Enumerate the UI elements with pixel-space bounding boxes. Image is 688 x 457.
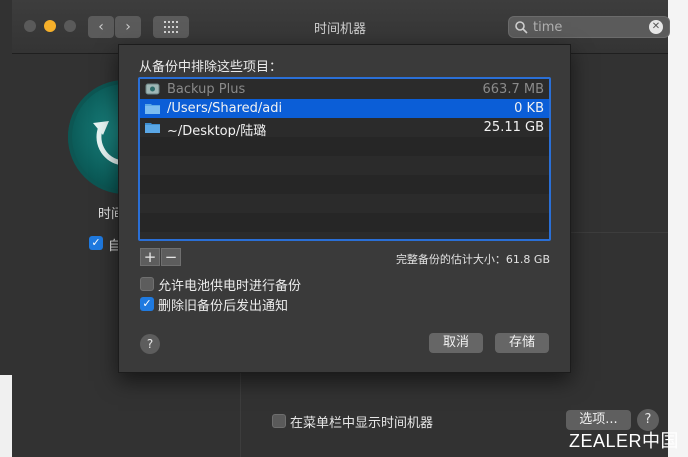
exclusion-list[interactable]: Backup Plus 663.7 MB /Users/Shared/adi 0…: [138, 77, 551, 241]
item-size: 25.11 GB: [483, 120, 544, 135]
search-field[interactable]: time ✕: [508, 16, 670, 38]
search-icon: [515, 21, 528, 34]
help-button[interactable]: ?: [140, 334, 160, 354]
list-item[interactable]: /Users/Shared/adi 0 KB: [140, 99, 549, 118]
sheet-title: 从备份中排除这些项目：: [139, 60, 283, 75]
search-input[interactable]: time: [533, 20, 562, 35]
folder-icon: [145, 104, 160, 114]
item-size: 663.7 MB: [482, 82, 544, 97]
battery-backup-checkbox[interactable]: [140, 277, 154, 291]
add-button[interactable]: +: [140, 248, 160, 266]
show-in-menubar-checkbox[interactable]: [272, 414, 286, 428]
notify-deletion-checkbox[interactable]: ✓: [140, 297, 154, 311]
background-edge: [0, 375, 12, 457]
notify-deletion-label: 删除旧备份后发出通知: [158, 299, 289, 314]
watermark-logo: ZEALER中国: [569, 431, 680, 451]
save-button[interactable]: 存储: [495, 333, 549, 353]
background-document: [668, 0, 688, 457]
empty-row: [140, 137, 549, 156]
list-item[interactable]: ~/Desktop/陆璐 25.11 GB: [140, 118, 549, 139]
item-name: Backup Plus: [167, 82, 246, 97]
empty-row: [140, 194, 549, 213]
drive-icon: [145, 83, 160, 95]
item-size: 0 KB: [514, 101, 544, 116]
empty-row: [140, 213, 549, 232]
cancel-button[interactable]: 取消: [429, 333, 483, 353]
item-name: /Users/Shared/adi: [167, 101, 283, 116]
exclusions-sheet: 从备份中排除这些项目： Backup Plus 663.7 MB /Users/…: [118, 44, 571, 373]
list-item[interactable]: Backup Plus 663.7 MB: [140, 80, 549, 99]
auto-backup-checkbox[interactable]: ✓: [89, 236, 103, 250]
folder-icon: [145, 123, 160, 133]
clear-search-icon[interactable]: ✕: [649, 20, 663, 34]
battery-backup-label: 允许电池供电时进行备份: [158, 279, 302, 294]
remove-button[interactable]: −: [161, 248, 181, 266]
backup-size-estimate: 完整备份的估计大小：61.8 GB: [395, 253, 550, 266]
empty-row: [140, 175, 549, 194]
empty-row: [140, 156, 549, 175]
show-in-menubar-label: 在菜单栏中显示时间机器: [290, 416, 434, 431]
